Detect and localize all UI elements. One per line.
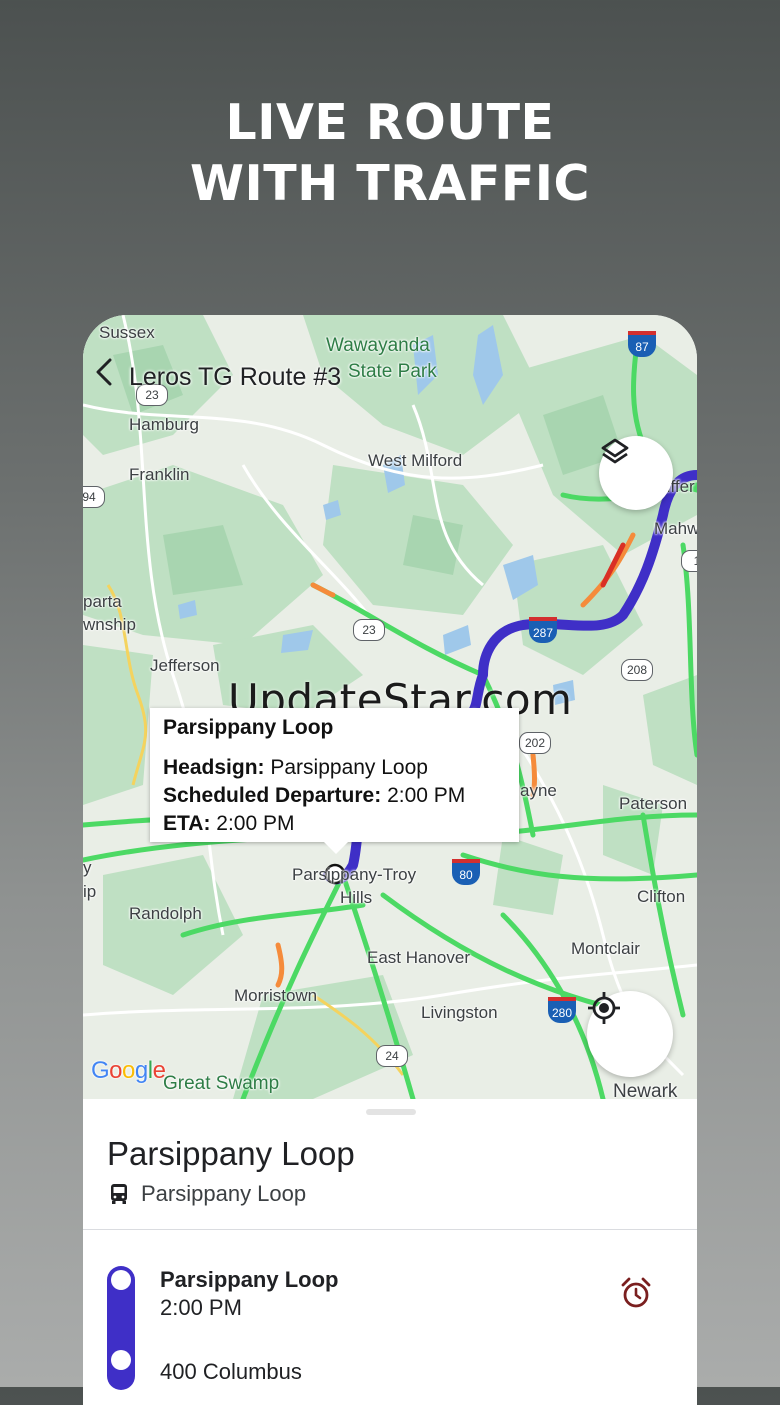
map-label-franklin: Franklin bbox=[129, 465, 190, 484]
route-shield-1: 1 bbox=[681, 550, 697, 572]
headline-line-2: WITH TRAFFIC bbox=[190, 155, 590, 212]
google-logo-letter: o bbox=[109, 1057, 123, 1084]
map-label-paterson: Paterson bbox=[619, 794, 688, 813]
map-label-randolph: Randolph bbox=[129, 904, 202, 923]
stop-dot-first bbox=[111, 1270, 131, 1290]
set-alarm-button[interactable] bbox=[619, 1276, 653, 1315]
google-logo-letter: o bbox=[122, 1057, 135, 1084]
map-label-mahwah: Mahw bbox=[654, 519, 697, 538]
layers-button[interactable] bbox=[599, 436, 673, 510]
stop-name[interactable]: Parsippany Loop bbox=[160, 1267, 338, 1293]
callout-eta-value: 2:00 PM bbox=[216, 812, 295, 835]
callout-eta-row: ETA: 2:00 PM bbox=[163, 810, 519, 838]
crosshair-location-icon bbox=[588, 992, 620, 1024]
stop-timeline-rail bbox=[107, 1266, 135, 1390]
stop-dot-second bbox=[111, 1350, 131, 1370]
map-label-wawayanda: Wawayanda bbox=[326, 335, 430, 356]
map-label-east-hanover: East Hanover bbox=[367, 948, 470, 967]
alarm-clock-icon bbox=[621, 1277, 651, 1308]
headline-line-1: LIVE ROUTE bbox=[225, 94, 555, 151]
phone-screen: Sussex Wawayanda State Park Hamburg Fran… bbox=[83, 315, 697, 1405]
map-label-hamburg: Hamburg bbox=[129, 415, 199, 434]
google-logo-letter: G bbox=[91, 1057, 110, 1084]
route-shield-94: 94 bbox=[83, 486, 105, 508]
bus-icon bbox=[111, 1184, 127, 1204]
stop-time: 2:00 PM bbox=[160, 1295, 242, 1320]
google-logo-text: Google bbox=[91, 1057, 166, 1084]
my-location-button[interactable] bbox=[587, 991, 673, 1077]
callout-title: Parsippany Loop bbox=[163, 716, 334, 739]
next-stop-name[interactable]: 400 Columbus bbox=[160, 1359, 302, 1385]
map-label-township: wnship bbox=[83, 615, 136, 634]
map-label-jefferson: Jefferson bbox=[150, 656, 220, 675]
interstate-shield-80: 80 bbox=[452, 859, 480, 885]
map-label-edge-y: y bbox=[83, 858, 92, 877]
back-button[interactable] bbox=[95, 357, 125, 397]
map-label-parsippany: Parsippany-Troy bbox=[292, 865, 417, 884]
google-attribution-logo: Google bbox=[91, 1057, 166, 1085]
callout-headsign-value: Parsippany Loop bbox=[270, 756, 428, 779]
map-top-bar: Leros TG Route #3 bbox=[95, 357, 341, 397]
sheet-title: Parsippany Loop bbox=[107, 1135, 355, 1172]
map-view[interactable]: Sussex Wawayanda State Park Hamburg Fran… bbox=[83, 315, 697, 1102]
bottom-sheet[interactable]: Parsippany Loop Parsippany Loop Parsippa… bbox=[83, 1099, 697, 1405]
google-logo-letter: e bbox=[152, 1057, 166, 1084]
route-shield-208: 208 bbox=[621, 659, 653, 681]
map-label-hills: Hills bbox=[340, 888, 373, 907]
route-shield-202: 202 bbox=[519, 732, 551, 754]
layers-icon bbox=[601, 438, 629, 464]
route-shield-24: 24 bbox=[376, 1045, 408, 1067]
map-label-sussex: Sussex bbox=[99, 323, 155, 342]
sheet-drag-handle[interactable] bbox=[366, 1109, 416, 1115]
map-label-wayne: ayne bbox=[520, 781, 557, 800]
callout-departure-row: Scheduled Departure: 2:00 PM bbox=[163, 782, 519, 810]
sheet-divider bbox=[83, 1229, 697, 1230]
callout-headsign-row: Headsign: Parsippany Loop bbox=[163, 754, 519, 782]
map-label-state-park: State Park bbox=[348, 361, 437, 382]
map-label-sparta: parta bbox=[83, 592, 122, 611]
map-label-great-swamp: Great Swamp bbox=[163, 1073, 280, 1094]
callout-headsign-label: Headsign: bbox=[163, 756, 265, 779]
sheet-subtitle-text: Parsippany Loop bbox=[141, 1181, 307, 1206]
promo-headline: LIVE ROUTE WITH TRAFFIC bbox=[0, 92, 780, 214]
map-label-montclair: Montclair bbox=[571, 939, 640, 958]
callout-eta-label: ETA: bbox=[163, 812, 211, 835]
map-label-morristown: Morristown bbox=[234, 986, 318, 1005]
google-logo-letter: g bbox=[134, 1057, 148, 1084]
interstate-shield-287: 287 bbox=[529, 617, 557, 643]
sheet-subtitle: Parsippany Loop bbox=[107, 1181, 306, 1207]
callout-pointer bbox=[324, 842, 348, 854]
map-label-clifton: Clifton bbox=[637, 887, 686, 906]
route-title: Leros TG Route #3 bbox=[129, 362, 342, 391]
chevron-left-icon bbox=[96, 358, 112, 386]
callout-departure-label: Scheduled Departure: bbox=[163, 784, 382, 807]
callout-departure-value: 2:00 PM bbox=[387, 784, 466, 807]
map-label-livingston: Livingston bbox=[421, 1003, 498, 1022]
stop-info-callout[interactable]: Parsippany Loop Headsign: Parsippany Loo… bbox=[150, 708, 519, 842]
map-label-west-milford: West Milford bbox=[368, 451, 463, 470]
route-shield-23-south: 23 bbox=[353, 619, 385, 641]
interstate-shield-280: 280 bbox=[548, 997, 576, 1023]
map-label-edge-ip: ip bbox=[83, 882, 97, 901]
interstate-shield-87: 87 bbox=[628, 331, 656, 357]
